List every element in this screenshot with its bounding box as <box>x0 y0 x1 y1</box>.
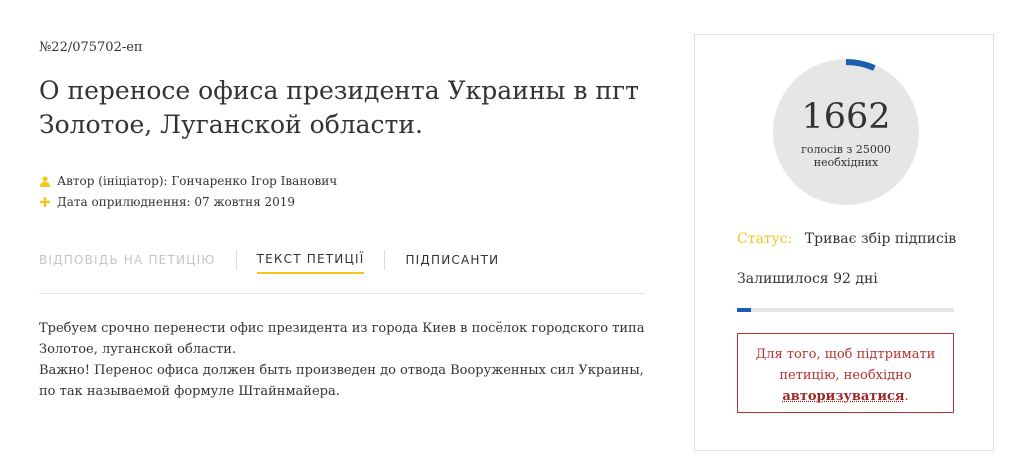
plus-icon <box>39 197 51 207</box>
petition-number: №22/075702-еп <box>39 40 143 55</box>
tab-petition-text[interactable]: ТЕКСТ ПЕТИЦІЇ <box>256 252 365 274</box>
petition-text: Требуем срочно перенести офис президента… <box>39 318 659 402</box>
status-label: Статус: <box>737 231 793 247</box>
login-link[interactable]: авторизуватися <box>782 389 904 404</box>
status-value: Триває збір підписів <box>804 231 957 247</box>
petition-tabs: ВІДПОВІДЬ НА ПЕТИЦІЮ ТЕКСТ ПЕТИЦІЇ ПІДПИ… <box>39 250 499 274</box>
tab-separator <box>384 250 386 270</box>
petition-text-paragraph: Требуем срочно перенести офис президента… <box>39 321 645 357</box>
auth-notice: Для того, щоб підтримати петицію, необхі… <box>737 333 954 413</box>
petition-text-paragraph: Важно! Перенос офиса должен быть произве… <box>39 363 644 399</box>
petition-author: Автор (ініціатор): Гончаренко Ігор Івано… <box>39 174 337 188</box>
votes-caption-line: необхідних <box>813 156 879 169</box>
tab-signers[interactable]: ПІДПИСАНТИ <box>405 253 499 273</box>
signature-card: 1662 голосів з 25000 необхідних Статус: … <box>694 34 994 451</box>
status-row: Статус: Триває збір підписів <box>737 231 956 247</box>
votes-count: 1662 <box>801 97 891 137</box>
author-text: Автор (ініціатор): Гончаренко Ігор Івано… <box>57 174 338 188</box>
votes-caption: голосів з 25000 необхідних <box>773 143 919 169</box>
votes-progress-bar <box>737 308 954 312</box>
page-title: О переносе офиса президента Украины в пг… <box>39 76 639 139</box>
auth-notice-period: . <box>904 389 909 404</box>
votes-progress-fill <box>737 308 752 312</box>
petition-date: Дата оприлюднення: 07 жовтня 2019 <box>39 195 295 209</box>
votes-caption-line: голосів з 25000 <box>801 143 891 156</box>
tabs-divider <box>39 293 645 294</box>
days-remaining: Залишилося 92 дні <box>737 271 878 287</box>
tab-separator <box>235 250 237 270</box>
person-icon <box>39 175 51 187</box>
votes-counter: 1662 голосів з 25000 необхідних <box>773 59 919 205</box>
tab-answer[interactable]: ВІДПОВІДЬ НА ПЕТИЦІЮ <box>39 253 216 273</box>
auth-notice-text: Для того, щоб підтримати петицію, необхі… <box>755 347 936 383</box>
date-text: Дата оприлюднення: 07 жовтня 2019 <box>57 195 296 209</box>
